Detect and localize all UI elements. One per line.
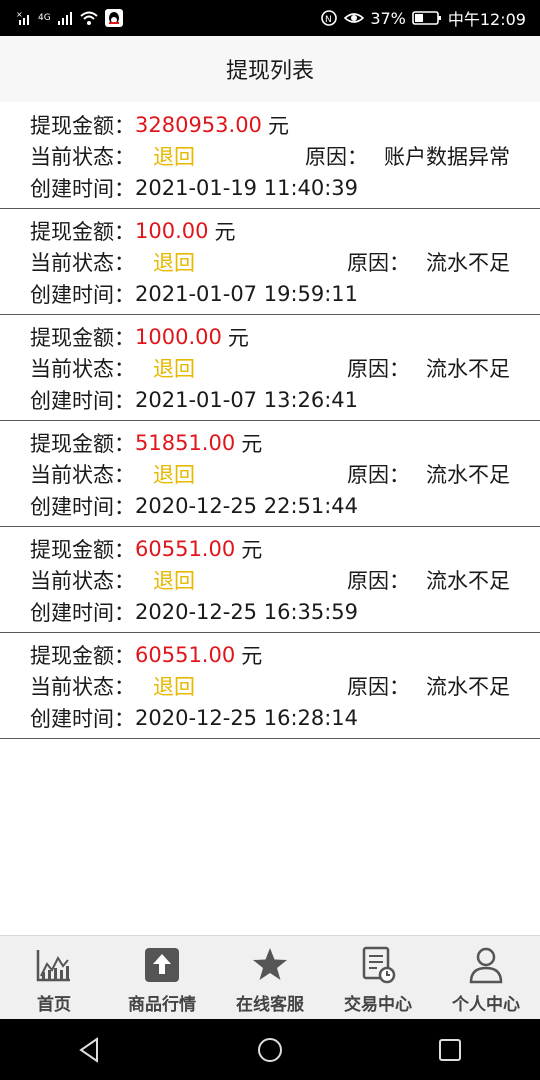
chart-icon <box>36 950 70 982</box>
back-icon[interactable] <box>75 1035 105 1065</box>
status-label: 当前状态： <box>30 251 135 276</box>
created-label: 创建时间： <box>30 176 135 201</box>
person-icon <box>469 947 503 984</box>
amount-label: 提现金额： <box>30 643 135 668</box>
bottom-tab-bar: 首页 商品行情 在线客服 交易中心 个人中心 <box>0 935 540 1020</box>
tab-support[interactable]: 在线客服 <box>216 936 324 1020</box>
reason-label: 原因： <box>347 463 410 488</box>
system-nav-bar <box>0 1019 540 1080</box>
status-value: 退回 <box>153 463 195 488</box>
amount-value: 1000.00 <box>135 324 222 349</box>
amount-unit: 元 <box>227 325 249 350</box>
created-value: 2020-12-25 22:51:44 <box>135 493 359 518</box>
battery-percent: 37% <box>370 8 406 28</box>
amount-label: 提现金额： <box>30 431 135 456</box>
amount-label: 提现金额： <box>30 537 135 562</box>
withdrawal-record[interactable]: 提现金额： 60551.00 元 当前状态： 退回 原因： 流水不足 创建时间：… <box>0 527 540 633</box>
amount-unit: 元 <box>241 643 263 668</box>
tab-market[interactable]: 商品行情 <box>108 936 216 1020</box>
battery-icon <box>412 10 442 26</box>
amount-label: 提现金额： <box>30 219 135 244</box>
reason-value: 流水不足 <box>426 251 510 276</box>
created-value: 2021-01-07 13:26:41 <box>135 387 359 412</box>
status-label: 当前状态： <box>30 357 135 382</box>
created-label: 创建时间： <box>30 706 135 731</box>
status-value: 退回 <box>153 569 195 594</box>
created-label: 创建时间： <box>30 494 135 519</box>
amount-unit: 元 <box>241 431 263 456</box>
reason-value: 流水不足 <box>426 569 510 594</box>
home-icon[interactable] <box>255 1035 285 1065</box>
amount-unit: 元 <box>267 113 289 138</box>
withdrawal-record[interactable]: 提现金额： 100.00 元 当前状态： 退回 原因： 流水不足 创建时间： 2… <box>0 209 540 315</box>
tab-home[interactable]: 首页 <box>0 936 108 1020</box>
recents-icon[interactable] <box>435 1035 465 1065</box>
status-bar: × 4G N 37% 中午12:09 <box>0 0 540 36</box>
clock: 中午12:09 <box>447 10 526 29</box>
network-type: 4G <box>38 12 51 23</box>
page-title: 提现列表 <box>225 59 314 84</box>
tab-label: 在线客服 <box>236 995 304 1015</box>
page-header: 提现列表 <box>0 36 540 102</box>
tab-label: 商品行情 <box>128 995 196 1015</box>
status-value: 退回 <box>153 357 195 382</box>
status-value: 退回 <box>153 675 195 700</box>
amount-value: 60551.00 <box>135 536 236 561</box>
signal-off-icon: × <box>16 10 32 26</box>
withdrawal-record[interactable]: 提现金额： 51851.00 元 当前状态： 退回 原因： 流水不足 创建时间：… <box>0 421 540 527</box>
created-value: 2020-12-25 16:28:14 <box>135 705 359 730</box>
reason-label: 原因： <box>347 675 410 700</box>
amount-label: 提现金额： <box>30 325 135 350</box>
upload-icon <box>145 948 179 982</box>
withdrawal-record[interactable]: 提现金额： 60551.00 元 当前状态： 退回 原因： 流水不足 创建时间：… <box>0 633 540 739</box>
tab-trading[interactable]: 交易中心 <box>324 936 432 1020</box>
created-label: 创建时间： <box>30 282 135 307</box>
document-clock-icon <box>362 946 396 984</box>
reason-label: 原因： <box>347 251 410 276</box>
reason-label: 原因： <box>305 145 368 170</box>
status-label: 当前状态： <box>30 463 135 488</box>
status-label: 当前状态： <box>30 145 135 170</box>
status-value: 退回 <box>153 145 195 170</box>
reason-value: 账户数据异常 <box>384 145 510 170</box>
created-label: 创建时间： <box>30 600 135 625</box>
eye-icon <box>344 10 365 26</box>
amount-value: 3280953.00 <box>135 112 262 137</box>
reason-label: 原因： <box>347 357 410 382</box>
amount-label: 提现金额： <box>30 113 135 138</box>
amount-unit: 元 <box>214 219 236 244</box>
status-label: 当前状态： <box>30 675 135 700</box>
tab-label: 交易中心 <box>344 995 412 1015</box>
svg-text:×: × <box>16 10 23 19</box>
withdrawal-record[interactable]: 提现金额： 3280953.00 元 当前状态： 退回 原因： 账户数据异常 创… <box>0 103 540 209</box>
status-label: 当前状态： <box>30 569 135 594</box>
withdrawal-record[interactable]: 提现金额： 1000.00 元 当前状态： 退回 原因： 流水不足 创建时间： … <box>0 315 540 421</box>
svg-text:N: N <box>325 15 332 25</box>
created-value: 2021-01-07 19:59:11 <box>135 281 359 306</box>
qq-app-icon <box>104 9 123 27</box>
withdrawal-list: 提现金额： 3280953.00 元 当前状态： 退回 原因： 账户数据异常 创… <box>0 103 540 739</box>
reason-value: 流水不足 <box>426 357 510 382</box>
amount-value: 51851.00 <box>135 430 236 455</box>
status-value: 退回 <box>153 251 195 276</box>
tab-label: 个人中心 <box>452 995 520 1015</box>
amount-value: 60551.00 <box>135 642 236 667</box>
tab-profile[interactable]: 个人中心 <box>432 936 540 1020</box>
wifi-icon <box>79 10 99 26</box>
signal-icon <box>57 10 73 26</box>
nfc-icon: N <box>320 9 338 27</box>
amount-unit: 元 <box>241 537 263 562</box>
star-icon <box>253 948 287 980</box>
reason-label: 原因： <box>347 569 410 594</box>
created-value: 2021-01-19 11:40:39 <box>135 175 359 200</box>
created-label: 创建时间： <box>30 388 135 413</box>
created-value: 2020-12-25 16:35:59 <box>135 599 359 624</box>
amount-value: 100.00 <box>135 218 209 243</box>
reason-value: 流水不足 <box>426 675 510 700</box>
reason-value: 流水不足 <box>426 463 510 488</box>
tab-label: 首页 <box>37 995 71 1015</box>
